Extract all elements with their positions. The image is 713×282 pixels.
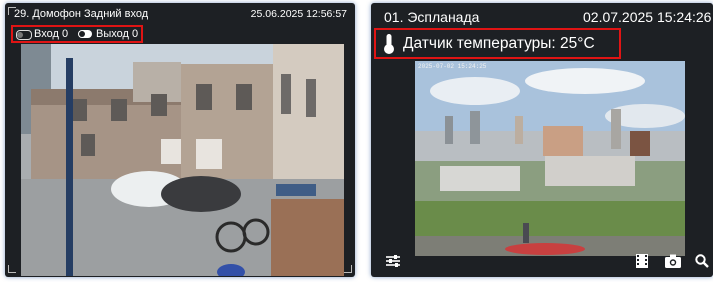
sliders-icon[interactable] bbox=[385, 254, 401, 268]
video-frame-courtyard bbox=[21, 44, 344, 276]
video-overlay-timestamp: 2025-07-02 15:24:25 bbox=[418, 63, 487, 70]
thermometer-icon bbox=[384, 34, 394, 54]
entry-counter: Вход 0 bbox=[34, 28, 69, 40]
magnifier-icon[interactable] bbox=[695, 254, 709, 268]
camera-video-feed[interactable] bbox=[21, 44, 344, 276]
entry-toggle-icon[interactable] bbox=[16, 30, 32, 40]
temperature-sensor-reading: Датчик температуры: 25°C bbox=[403, 35, 595, 52]
exit-counter: Выход 0 bbox=[96, 28, 139, 40]
camera-tile-esplanade[interactable]: 01. Эспланада 02.07.2025 15:24:26 Датчик… bbox=[371, 3, 713, 277]
toggle-knob bbox=[17, 32, 23, 38]
camera-title: 01. Эспланада bbox=[384, 9, 480, 25]
frame-corner-icon bbox=[8, 265, 16, 273]
exit-toggle-icon[interactable] bbox=[78, 30, 92, 38]
camera-timestamp: 02.07.2025 15:24:26 bbox=[583, 9, 712, 25]
toggle-knob bbox=[79, 31, 85, 37]
camera-icon[interactable] bbox=[665, 254, 681, 268]
film-icon[interactable] bbox=[636, 254, 648, 268]
camera-title: 29. Домофон Задний вход bbox=[14, 8, 149, 20]
camera-video-feed[interactable]: 2025-07-02 15:24:25 bbox=[415, 61, 685, 256]
frame-corner-icon bbox=[344, 265, 352, 273]
camera-tile-rear-entrance[interactable]: 29. Домофон Задний вход 25.06.2025 12:56… bbox=[5, 3, 355, 277]
video-frame-city-panorama: 2025-07-02 15:24:25 bbox=[415, 61, 685, 256]
camera-timestamp: 25.06.2025 12:56:57 bbox=[250, 8, 347, 20]
